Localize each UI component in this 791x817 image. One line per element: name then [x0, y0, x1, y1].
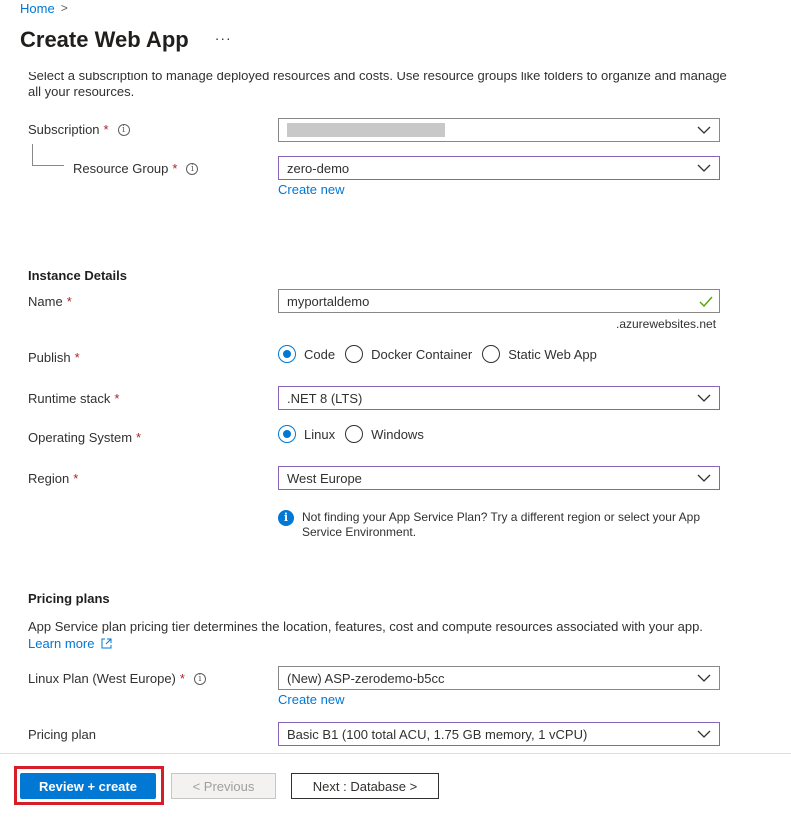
form-scroll-area[interactable]: Select a subscription to manage deployed…	[0, 72, 791, 753]
publish-label-text: Publish	[28, 350, 71, 365]
info-icon: i	[278, 510, 294, 526]
page-title: Create Web App	[20, 27, 189, 52]
linux-plan-create-new-link[interactable]: Create new	[278, 692, 344, 707]
runtime-stack-label: Runtime stack *	[28, 391, 119, 406]
footer-bar: Review + create < Previous Next : Databa…	[0, 753, 791, 817]
publish-option-code[interactable]: Code	[278, 345, 335, 363]
region-info-message: i Not finding your App Service Plan? Try…	[278, 510, 718, 540]
resource-group-value: zero-demo	[287, 160, 350, 176]
publish-label: Publish *	[28, 350, 80, 365]
pricing-plan-label: Pricing plan	[28, 727, 96, 742]
chevron-down-icon	[697, 164, 711, 172]
required-indicator: *	[179, 671, 185, 686]
subscription-label-text: Subscription	[28, 122, 100, 137]
required-indicator: *	[136, 430, 142, 445]
pricing-plan-value: Basic B1 (100 total ACU, 1.75 GB memory,…	[287, 726, 588, 742]
info-icon[interactable]: i	[117, 123, 130, 136]
region-label-text: Region	[28, 471, 70, 486]
publish-radio-group: Code Docker Container Static Web App	[278, 345, 607, 363]
linux-plan-label: Linux Plan (West Europe) * i	[28, 671, 206, 686]
radio-selected-icon[interactable]	[278, 425, 296, 443]
linux-plan-label-text: Linux Plan (West Europe)	[28, 671, 176, 686]
required-indicator: *	[103, 122, 109, 137]
pricing-plan-label-text: Pricing plan	[28, 727, 96, 742]
pricing-description: App Service plan pricing tier determines…	[28, 619, 703, 634]
os-option-label: Windows	[371, 426, 424, 442]
region-label: Region *	[28, 471, 78, 486]
publish-option-label: Code	[304, 346, 336, 362]
name-label: Name *	[28, 294, 72, 309]
radio-unselected-icon[interactable]	[345, 345, 364, 363]
region-info-text: Not finding your App Service Plan? Try a…	[302, 510, 701, 539]
title-row: Create Web App ···	[20, 27, 232, 53]
chevron-down-icon	[697, 674, 711, 682]
name-input[interactable]: myportaldemo	[278, 289, 720, 313]
external-link-icon	[101, 638, 112, 649]
radio-unselected-icon[interactable]	[482, 345, 501, 363]
required-indicator: *	[73, 471, 79, 486]
chevron-down-icon	[697, 394, 711, 402]
chevron-down-icon	[697, 730, 711, 738]
publish-option-docker[interactable]: Docker Container	[345, 345, 472, 363]
instance-details-title: Instance Details	[28, 268, 127, 283]
learn-more-link[interactable]: Learn more	[28, 636, 112, 651]
runtime-stack-label-text: Runtime stack	[28, 391, 111, 406]
os-radio-group: Linux Windows	[278, 425, 434, 443]
tree-connector	[32, 144, 64, 166]
pricing-plans-title: Pricing plans	[28, 591, 110, 606]
region-select[interactable]: West Europe	[278, 466, 720, 490]
subscription-value-redacted	[287, 123, 445, 137]
runtime-stack-select[interactable]: .NET 8 (LTS)	[278, 386, 720, 410]
checkmark-icon	[699, 296, 713, 308]
next-database-button[interactable]: Next : Database >	[291, 773, 439, 799]
resource-group-label: Resource Group * i	[73, 161, 199, 176]
radio-unselected-icon[interactable]	[345, 425, 364, 443]
chevron-down-icon	[697, 126, 711, 134]
intro-text: Select a subscription to manage deployed…	[28, 72, 727, 99]
info-icon[interactable]: i	[186, 162, 199, 175]
resource-group-create-new-link[interactable]: Create new	[278, 182, 344, 197]
name-label-text: Name	[28, 294, 63, 309]
required-indicator: *	[114, 391, 120, 406]
linux-plan-select[interactable]: (New) ASP-zerodemo-b5cc	[278, 666, 720, 690]
region-value: West Europe	[287, 470, 362, 486]
publish-option-label: Static Web App	[508, 346, 597, 362]
publish-option-static-web-app[interactable]: Static Web App	[482, 345, 597, 363]
subscription-label: Subscription * i	[28, 122, 130, 137]
name-value: myportaldemo	[287, 293, 370, 309]
resource-group-select[interactable]: zero-demo	[278, 156, 720, 180]
required-indicator: *	[172, 161, 178, 176]
learn-more-text: Learn more	[28, 636, 95, 651]
breadcrumb-home-link[interactable]: Home	[20, 1, 55, 16]
os-option-linux[interactable]: Linux	[278, 425, 335, 443]
required-indicator: *	[66, 294, 72, 309]
name-suffix: .azurewebsites.net	[616, 317, 717, 331]
ellipsis-icon[interactable]: ···	[215, 30, 232, 46]
os-label-text: Operating System	[28, 430, 133, 445]
pricing-plan-select[interactable]: Basic B1 (100 total ACU, 1.75 GB memory,…	[278, 722, 720, 746]
os-label: Operating System *	[28, 430, 141, 445]
os-option-windows[interactable]: Windows	[345, 425, 424, 443]
review-create-button[interactable]: Review + create	[20, 773, 156, 799]
breadcrumb: Home >	[20, 0, 68, 16]
resource-group-label-text: Resource Group	[73, 161, 169, 176]
subscription-select[interactable]	[278, 118, 720, 142]
linux-plan-value: (New) ASP-zerodemo-b5cc	[287, 670, 445, 686]
info-icon[interactable]: i	[193, 672, 206, 685]
runtime-stack-value: .NET 8 (LTS)	[287, 390, 363, 406]
chevron-down-icon	[697, 474, 711, 482]
publish-option-label: Docker Container	[371, 346, 473, 362]
radio-selected-icon[interactable]	[278, 345, 296, 363]
breadcrumb-chevron-icon: >	[60, 1, 68, 15]
previous-button[interactable]: < Previous	[171, 773, 276, 799]
required-indicator: *	[74, 350, 80, 365]
os-option-label: Linux	[304, 426, 336, 442]
